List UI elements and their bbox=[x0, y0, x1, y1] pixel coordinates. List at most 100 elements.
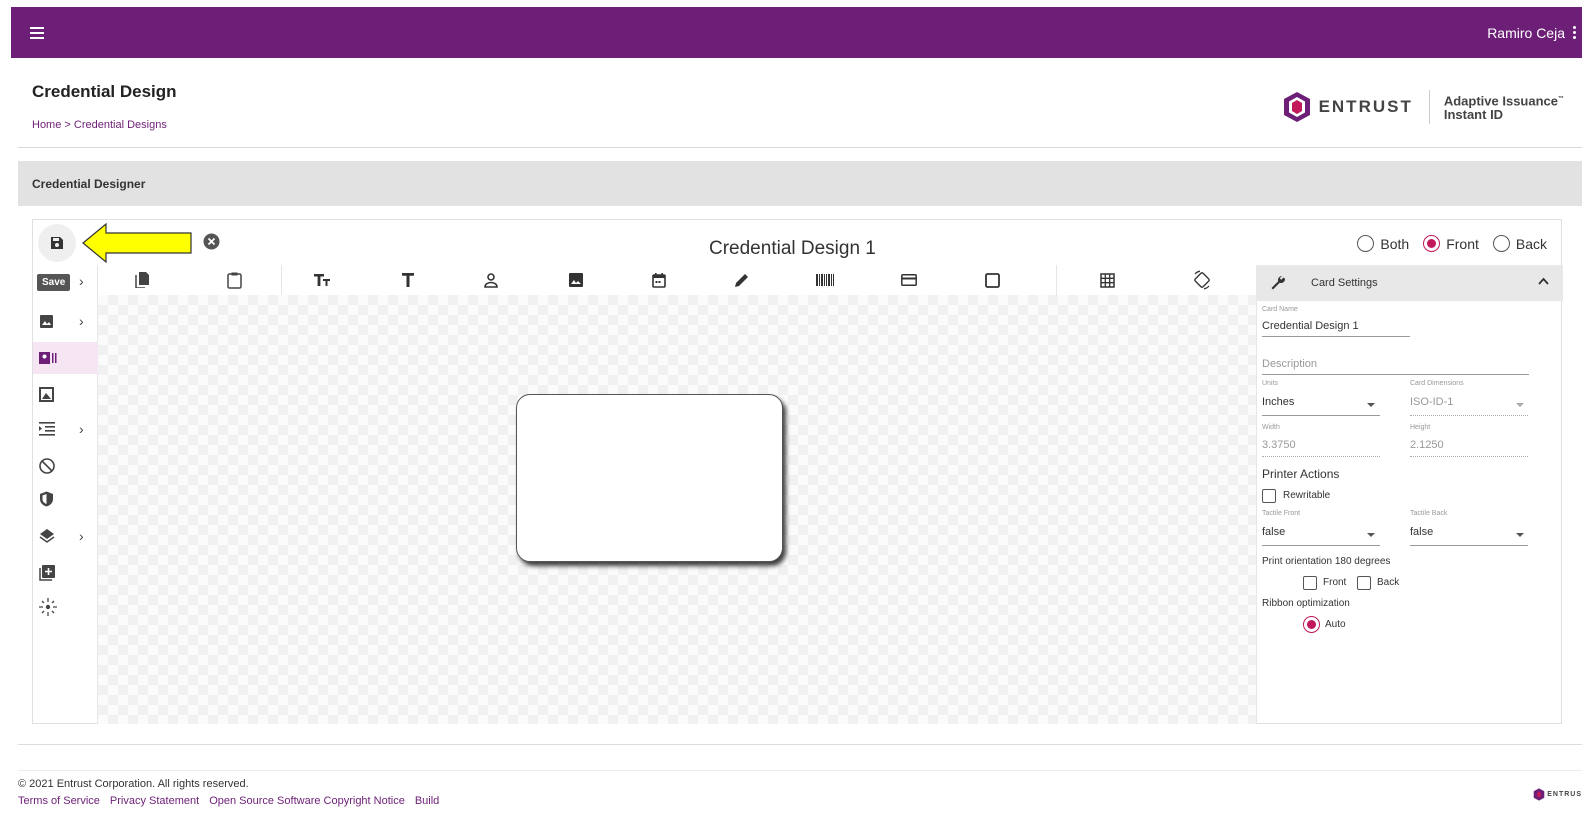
units-select[interactable]: Inches bbox=[1262, 396, 1294, 408]
rewritable-checkbox[interactable] bbox=[1262, 489, 1276, 503]
image-tool[interactable]: › bbox=[33, 305, 98, 337]
table-button[interactable] bbox=[1093, 267, 1121, 293]
side-back-radio[interactable]: Back bbox=[1492, 235, 1547, 252]
ribbon-auto-radio[interactable] bbox=[1303, 616, 1320, 633]
entrust-logo-icon bbox=[1533, 788, 1545, 801]
side-both-radio[interactable]: Both bbox=[1357, 235, 1409, 252]
orientation-front-checkbox[interactable] bbox=[1303, 576, 1317, 590]
dimensions-select[interactable]: ISO-ID-1 bbox=[1410, 396, 1453, 408]
cancel-icon bbox=[203, 233, 220, 250]
user-name[interactable]: Ramiro Ceja bbox=[1487, 25, 1565, 41]
save-icon bbox=[51, 237, 63, 249]
side-front-radio[interactable]: Front bbox=[1423, 235, 1479, 252]
block-tool[interactable] bbox=[33, 450, 98, 482]
id-card-tool[interactable] bbox=[33, 342, 98, 374]
tactile-front-select[interactable]: false bbox=[1262, 526, 1285, 538]
text-size-button[interactable] bbox=[308, 267, 336, 293]
entrust-logo-icon bbox=[1283, 92, 1310, 122]
orientation-back-label: Back bbox=[1377, 577, 1400, 588]
chevron-right-icon[interactable]: › bbox=[79, 528, 84, 544]
center-tool[interactable] bbox=[33, 591, 98, 623]
chevron-right-icon[interactable]: › bbox=[79, 313, 84, 329]
signature-button[interactable] bbox=[728, 267, 756, 293]
id-card-icon bbox=[39, 352, 57, 364]
chevron-right-icon[interactable]: › bbox=[79, 273, 84, 289]
rectangle-button[interactable] bbox=[978, 267, 1006, 293]
orientation-back-checkbox[interactable] bbox=[1357, 576, 1371, 590]
copy-button[interactable] bbox=[128, 267, 156, 293]
privacy-link[interactable]: Privacy Statement bbox=[110, 795, 199, 807]
close-button[interactable] bbox=[203, 233, 220, 255]
copy-icon bbox=[135, 272, 149, 288]
rotate-button[interactable] bbox=[1188, 267, 1216, 293]
breadcrumb[interactable]: Home > Credential Designs bbox=[32, 119, 167, 131]
security-tool[interactable] bbox=[33, 483, 98, 515]
calendar-icon bbox=[652, 272, 666, 288]
ribbon-optimization-label: Ribbon optimization bbox=[1262, 598, 1350, 609]
side-selector: Both Front Back bbox=[1349, 235, 1547, 252]
element-toolbar bbox=[98, 265, 1256, 295]
tactile-front-label: Tactile Front bbox=[1262, 510, 1301, 517]
magstripe-button[interactable] bbox=[895, 267, 923, 293]
barcode-button[interactable] bbox=[811, 267, 839, 293]
image-icon bbox=[569, 273, 583, 287]
text-button[interactable] bbox=[394, 267, 422, 293]
printer-actions-title: Printer Actions bbox=[1262, 467, 1340, 481]
menu-icon[interactable] bbox=[11, 7, 63, 58]
indent-tool[interactable]: › bbox=[33, 413, 98, 445]
width-input[interactable]: 3.3750 bbox=[1262, 439, 1296, 451]
width-label: Width bbox=[1262, 424, 1280, 431]
orientation-front-label: Front bbox=[1323, 577, 1347, 588]
chevron-up-icon[interactable] bbox=[1538, 277, 1549, 285]
design-canvas[interactable] bbox=[98, 295, 1256, 724]
credential-card[interactable] bbox=[516, 394, 783, 562]
image-button[interactable] bbox=[562, 267, 590, 293]
chevron-right-icon[interactable]: › bbox=[79, 421, 84, 437]
tactile-back-select[interactable]: false bbox=[1410, 526, 1433, 538]
card-name-input[interactable]: Credential Design 1 bbox=[1262, 320, 1359, 332]
build-link[interactable]: Build bbox=[415, 795, 439, 807]
credential-designer: Credential Design 1 Both Front Back Save… bbox=[32, 219, 1563, 724]
product-name: Adaptive Issuance™ Instant ID bbox=[1443, 93, 1564, 123]
brand-divider bbox=[1428, 90, 1430, 124]
brand-word: ENTRUST bbox=[1318, 97, 1413, 116]
photo-frame-icon bbox=[39, 386, 54, 402]
barcode-icon bbox=[816, 274, 834, 286]
height-label: Height bbox=[1410, 424, 1431, 431]
terms-link[interactable]: Terms of Service bbox=[18, 795, 100, 807]
page-title: Credential Design bbox=[32, 82, 177, 101]
height-input[interactable]: 2.1250 bbox=[1410, 439, 1444, 451]
copyright: © 2021 Entrust Corporation. All rights r… bbox=[18, 778, 249, 790]
rewritable-label: Rewritable bbox=[1283, 490, 1331, 501]
rectangle-icon bbox=[984, 272, 1000, 288]
section-title: Credential Designer bbox=[18, 161, 1582, 206]
left-tool-rail: Save › › › › bbox=[33, 265, 98, 724]
annotation-arrow bbox=[82, 222, 192, 264]
block-icon bbox=[39, 458, 55, 474]
page-header: Credential Design Home > Credential Desi… bbox=[18, 62, 1582, 148]
photo-frame-tool[interactable] bbox=[33, 378, 98, 410]
units-label: Units bbox=[1262, 380, 1278, 387]
ribbon-auto-label: Auto bbox=[1325, 619, 1346, 630]
description-input[interactable]: Description bbox=[1262, 358, 1317, 370]
card-settings-header[interactable]: Card Settings bbox=[1257, 265, 1563, 301]
save-button[interactable] bbox=[38, 224, 76, 262]
paste-icon bbox=[226, 272, 242, 289]
text-size-icon bbox=[314, 274, 330, 286]
layers-tool[interactable]: › bbox=[33, 520, 98, 552]
image-icon bbox=[40, 314, 53, 328]
add-box-icon bbox=[39, 565, 55, 581]
user-menu[interactable]: Ramiro Ceja bbox=[1487, 24, 1582, 41]
more-vert-icon[interactable] bbox=[1571, 24, 1578, 41]
rotate-icon bbox=[1194, 270, 1210, 290]
grid-icon bbox=[1099, 272, 1115, 288]
oss-notice-link[interactable]: Open Source Software Copyright Notice bbox=[209, 795, 405, 807]
person-button[interactable] bbox=[477, 267, 505, 293]
footer-logo-word: ENTRUS bbox=[1547, 791, 1582, 798]
date-button[interactable] bbox=[645, 267, 673, 293]
save-tooltip: Save bbox=[37, 274, 71, 291]
add-element-tool[interactable] bbox=[33, 557, 98, 589]
magstripe-icon bbox=[901, 274, 917, 286]
wrench-icon bbox=[1271, 275, 1285, 290]
paste-button[interactable] bbox=[220, 267, 248, 293]
